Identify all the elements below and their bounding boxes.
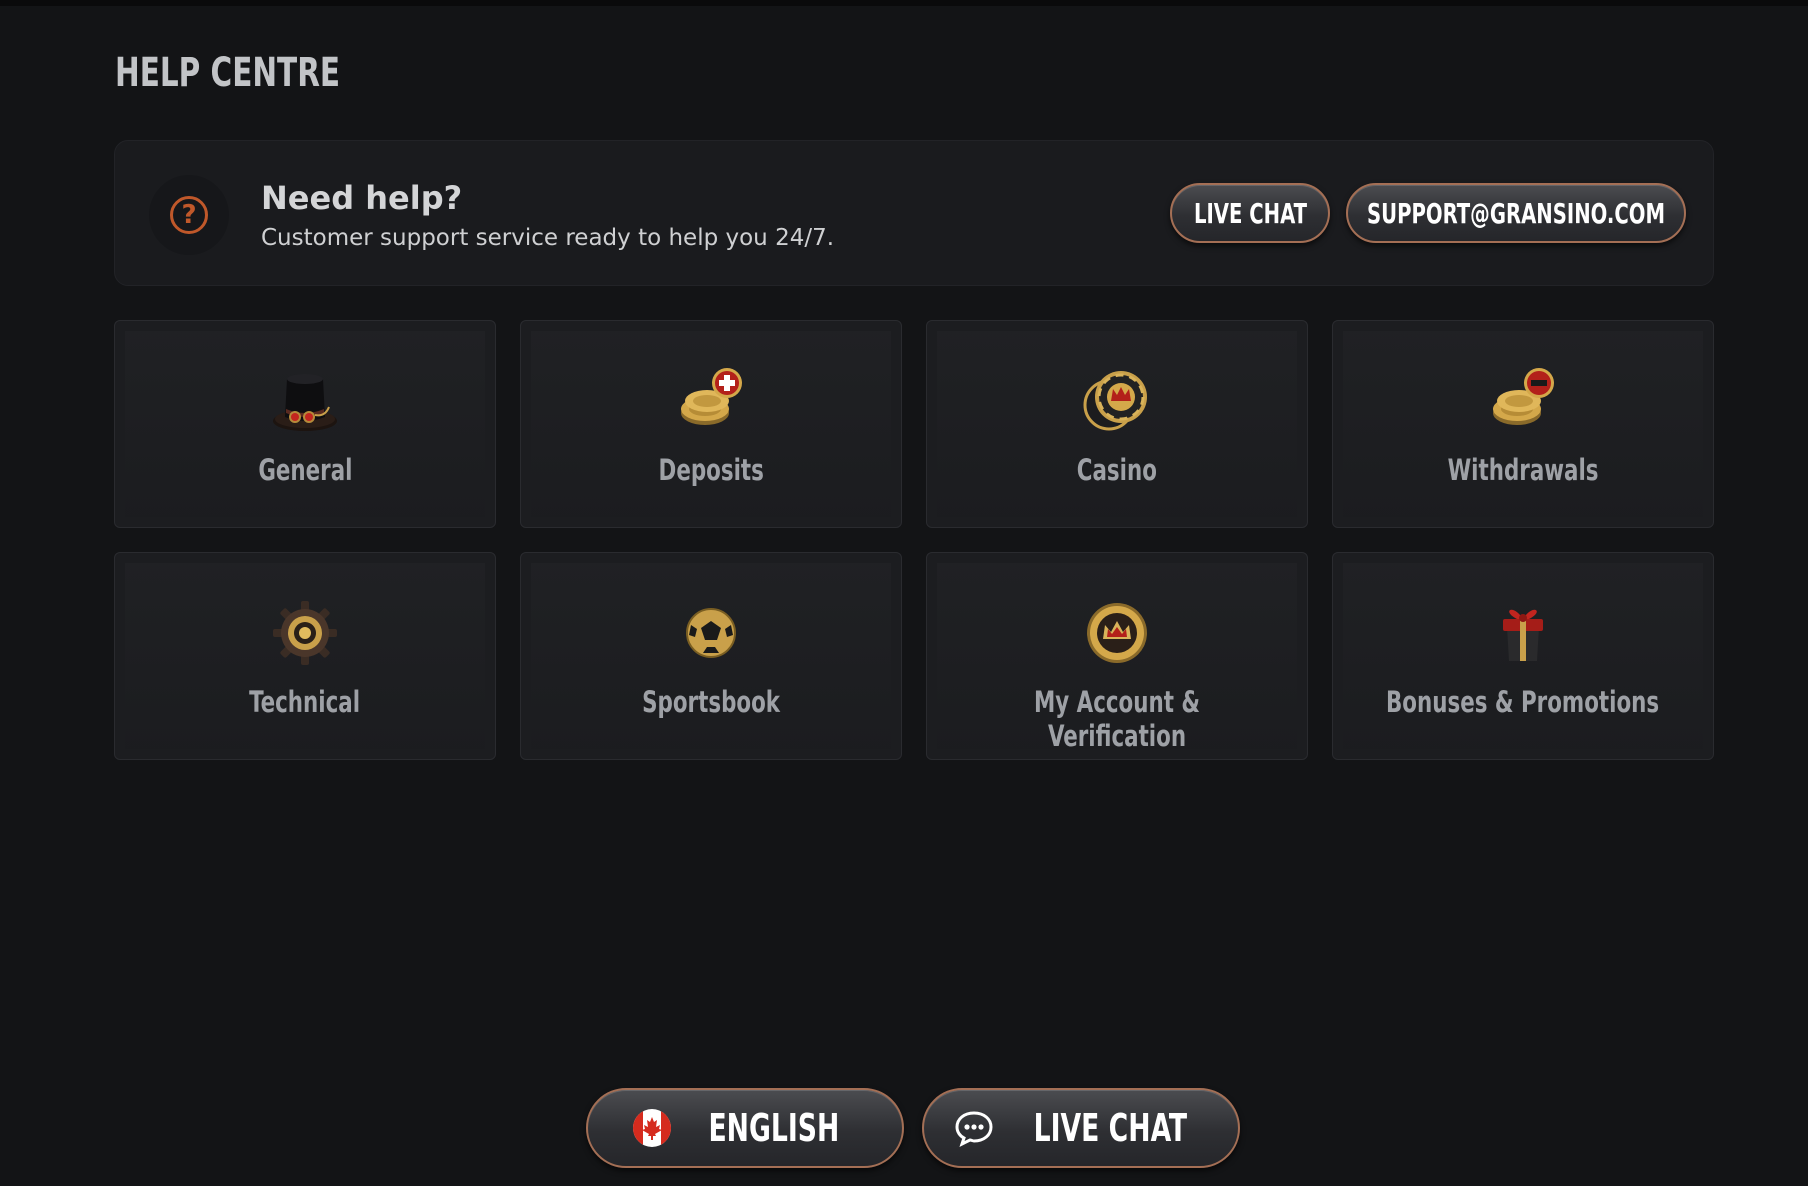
live-chat-footer-button[interactable]: LIVE CHAT: [922, 1088, 1240, 1168]
canada-flag-icon: [632, 1108, 672, 1148]
category-label: Withdrawals: [1447, 453, 1599, 487]
category-label: Technical: [249, 685, 361, 719]
support-email-button[interactable]: SUPPORT@GRANSINO.COM: [1346, 183, 1686, 243]
language-label: ENGLISH: [708, 1106, 840, 1150]
help-banner: ? Need help? Customer support service re…: [114, 140, 1714, 286]
category-label: My Account & Verification: [1033, 685, 1201, 753]
category-tile-bonuses-promotions[interactable]: Bonuses & Promotions: [1332, 552, 1714, 760]
category-label: Deposits: [658, 453, 764, 487]
category-tile-technical[interactable]: Technical: [114, 552, 496, 760]
category-label: Casino: [1076, 453, 1158, 487]
language-selector-button[interactable]: ENGLISH: [586, 1088, 904, 1168]
category-label: Sportsbook: [642, 685, 780, 719]
support-email-label: SUPPORT@GRANSINO.COM: [1367, 196, 1665, 230]
coins-minus-icon: [1493, 368, 1554, 425]
chat-bubble-icon: [954, 1108, 994, 1148]
live-chat-button-label: LIVE CHAT: [1193, 196, 1307, 230]
category-tile-my-account-verification[interactable]: My Account & Verification: [926, 552, 1308, 760]
top-hat-icon: [273, 374, 337, 431]
category-tile-deposits[interactable]: Deposits: [520, 320, 902, 528]
page-title: HELP CENTRE: [115, 50, 341, 96]
top-border: [0, 0, 1808, 6]
gear-icon: [273, 601, 337, 665]
help-icon-container: ?: [149, 175, 229, 255]
casino-chip-icon: [1083, 371, 1147, 431]
category-tile-casino[interactable]: Casino: [926, 320, 1308, 528]
category-tile-general[interactable]: General: [114, 320, 496, 528]
help-heading: Need help?: [261, 179, 463, 217]
live-chat-footer-label: LIVE CHAT: [1033, 1106, 1187, 1150]
gift-box-icon: [1503, 609, 1543, 661]
crown-badge-icon: [1087, 603, 1147, 663]
help-subtext: Customer support service ready to help y…: [261, 225, 835, 251]
question-mark-icon: ?: [170, 196, 208, 234]
category-label: Bonuses & Promotions: [1386, 685, 1660, 719]
category-label: General: [257, 453, 353, 487]
category-tile-withdrawals[interactable]: Withdrawals: [1332, 320, 1714, 528]
live-chat-button[interactable]: LIVE CHAT: [1170, 183, 1330, 243]
coins-plus-icon: [681, 368, 742, 425]
soccer-ball-icon: [686, 608, 736, 658]
category-tile-sportsbook[interactable]: Sportsbook: [520, 552, 902, 760]
